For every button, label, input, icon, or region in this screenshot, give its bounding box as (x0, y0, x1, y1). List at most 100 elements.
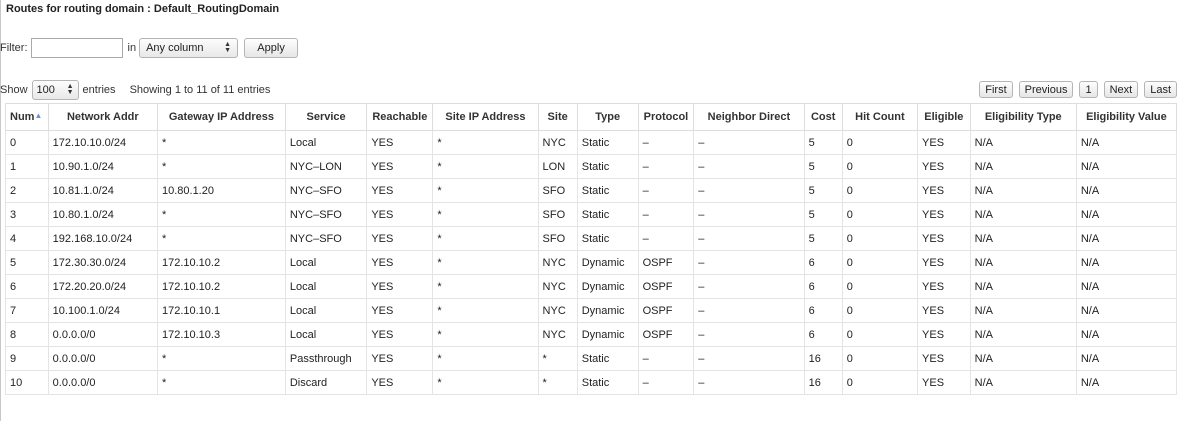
table-row[interactable]: 1 10.90.1.0/24 * NYC–LON YES * LON Static – –5 0 YE… (5, 154, 1177, 179)
table-header-row: Num▲ Network Addr Gateway IP Address Ser… (5, 103, 1177, 131)
table-row[interactable]: 0 172.10.10.0/24 * Local YES * NYC Static – –5 0 YE… (5, 130, 1177, 155)
col-header-num[interactable]: Num▲ (5, 103, 49, 131)
filter-column-select[interactable]: Any column ▲ ▼ (139, 38, 239, 58)
table-row[interactable]: 7 10.100.1.0/24 172.10.10.1 Local YES * NYC Dyn… (5, 298, 1177, 323)
cell-site: SFO (537, 178, 578, 203)
cell-protocol: – (637, 130, 695, 155)
col-header-protocol[interactable]: Protocol (637, 103, 695, 131)
cell-site-ip: * (432, 154, 539, 179)
cell-cost: 5 (803, 178, 843, 203)
cell-reachable: YES (366, 178, 434, 203)
table-row[interactable]: 2 10.81.1.0/24 10.80.1.20 NYC–SFO YES * SFO Sta… (5, 178, 1177, 203)
col-header-reachable[interactable]: Reachable (366, 103, 434, 131)
col-header-network-addr[interactable]: Network Addr (47, 103, 158, 131)
next-page-button[interactable]: Next (1103, 81, 1139, 98)
cell-num: 9 (5, 346, 49, 371)
cell-protocol: OSPF (637, 250, 695, 275)
page-1-button[interactable]: 1 (1079, 81, 1098, 98)
col-header-service[interactable]: Service (284, 103, 368, 131)
entries-label: entries (82, 84, 116, 96)
cell-num: 0 (5, 130, 49, 155)
cell-eligibility-value: N/A (1075, 226, 1177, 251)
cell-gateway-ip: * (156, 202, 286, 227)
cell-num: 8 (5, 322, 49, 347)
cell-eligible: YES (917, 370, 971, 395)
cell-gateway-ip: * (156, 370, 286, 395)
cell-eligible: YES (917, 130, 971, 155)
cell-hit-count: 0 (841, 130, 919, 155)
cell-eligibility-value: N/A (1075, 154, 1177, 179)
table-row[interactable]: 6 172.20.20.0/24 172.10.10.2 Local YES * NYC Dy… (5, 274, 1177, 299)
col-header-eligibility-type[interactable]: Eligibility Type (969, 103, 1077, 131)
cell-num: 10 (5, 370, 49, 395)
select-arrows-icon: ▲ ▼ (66, 83, 74, 96)
cell-neighbor-direct: – (693, 130, 805, 155)
cell-num: 3 (5, 202, 49, 227)
first-page-button[interactable]: First (979, 81, 1013, 98)
col-header-gateway-ip[interactable]: Gateway IP Address (156, 103, 286, 131)
cell-hit-count: 0 (841, 178, 919, 203)
table-info: Showing 1 to 11 of 11 entries (129, 84, 271, 96)
cell-neighbor-direct: – (693, 322, 805, 347)
col-header-site-ip[interactable]: Site IP Address (432, 103, 539, 131)
cell-eligibility-type: N/A (969, 298, 1077, 323)
cell-type: Static (576, 346, 639, 371)
cell-service: NYC–SFO (284, 178, 368, 203)
routes-table: Num▲ Network Addr Gateway IP Address Ser… (5, 103, 1177, 395)
cell-eligibility-value: N/A (1075, 346, 1177, 371)
table-row[interactable]: 8 0.0.0.0/0 172.10.10.3 Local YES * NYC Dynamic… (5, 322, 1177, 347)
cell-hit-count: 0 (841, 202, 919, 227)
cell-hit-count: 0 (841, 154, 919, 179)
table-row[interactable]: 10 0.0.0.0/0 * Discard YES * * Static – –16 0 YES N/… (5, 370, 1177, 395)
cell-type: Static (576, 154, 639, 179)
filter-input[interactable] (30, 38, 123, 58)
cell-eligible: YES (917, 274, 971, 299)
col-header-neighbor-direct[interactable]: Neighbor Direct (693, 103, 805, 131)
cell-eligible: YES (917, 178, 971, 203)
cell-service: Discard (284, 370, 368, 395)
cell-service: Passthrough (284, 346, 368, 371)
table-row[interactable]: 4 192.168.10.0/24 * NYC–SFO YES * SFO Static – –5… (5, 226, 1177, 251)
cell-gateway-ip: * (156, 130, 286, 155)
cell-num: 6 (5, 274, 49, 299)
cell-eligibility-type: N/A (969, 346, 1077, 371)
cell-site: * (537, 346, 578, 371)
cell-site-ip: * (432, 322, 539, 347)
cell-cost: 6 (803, 298, 843, 323)
cell-site: NYC (537, 274, 578, 299)
col-header-site[interactable]: Site (537, 103, 578, 131)
cell-site-ip: * (432, 178, 539, 203)
cell-hit-count: 0 (841, 250, 919, 275)
page-length-select[interactable]: 100 ▲ ▼ (31, 80, 79, 100)
apply-button[interactable]: Apply (244, 38, 299, 58)
cell-network-addr: 172.10.10.0/24 (47, 130, 158, 155)
last-page-button[interactable]: Last (1144, 81, 1177, 98)
col-header-cost[interactable]: Cost (803, 103, 843, 131)
col-header-eligibility-value[interactable]: Eligibility Value (1075, 103, 1177, 131)
cell-neighbor-direct: – (693, 178, 805, 203)
cell-protocol: – (637, 178, 695, 203)
cell-hit-count: 0 (841, 322, 919, 347)
col-header-eligible[interactable]: Eligible (917, 103, 971, 131)
cell-num: 7 (5, 298, 49, 323)
cell-eligible: YES (917, 250, 971, 275)
cell-network-addr: 10.81.1.0/24 (47, 178, 158, 203)
cell-eligibility-value: N/A (1075, 274, 1177, 299)
cell-site: SFO (537, 202, 578, 227)
cell-neighbor-direct: – (693, 226, 805, 251)
previous-page-button[interactable]: Previous (1018, 81, 1074, 98)
sort-asc-icon: ▲ (34, 111, 43, 120)
table-row[interactable]: 9 0.0.0.0/0 * Passthrough YES * * Static – –16 0 YE… (5, 346, 1177, 371)
cell-eligibility-type: N/A (969, 178, 1077, 203)
cell-eligibility-value: N/A (1075, 322, 1177, 347)
cell-eligible: YES (917, 202, 971, 227)
table-row[interactable]: 5 172.30.30.0/24 172.10.10.2 Local YES * NYC Dy… (5, 250, 1177, 275)
col-header-hit-count[interactable]: Hit Count (841, 103, 919, 131)
cell-eligibility-type: N/A (969, 370, 1077, 395)
cell-network-addr: 10.80.1.0/24 (47, 202, 158, 227)
cell-network-addr: 0.0.0.0/0 (47, 322, 158, 347)
col-header-type[interactable]: Type (576, 103, 639, 131)
cell-network-addr: 0.0.0.0/0 (47, 346, 158, 371)
table-row[interactable]: 3 10.80.1.0/24 * NYC–SFO YES * SFO Static – –5 0 YE… (5, 202, 1177, 227)
cell-cost: 5 (803, 202, 843, 227)
